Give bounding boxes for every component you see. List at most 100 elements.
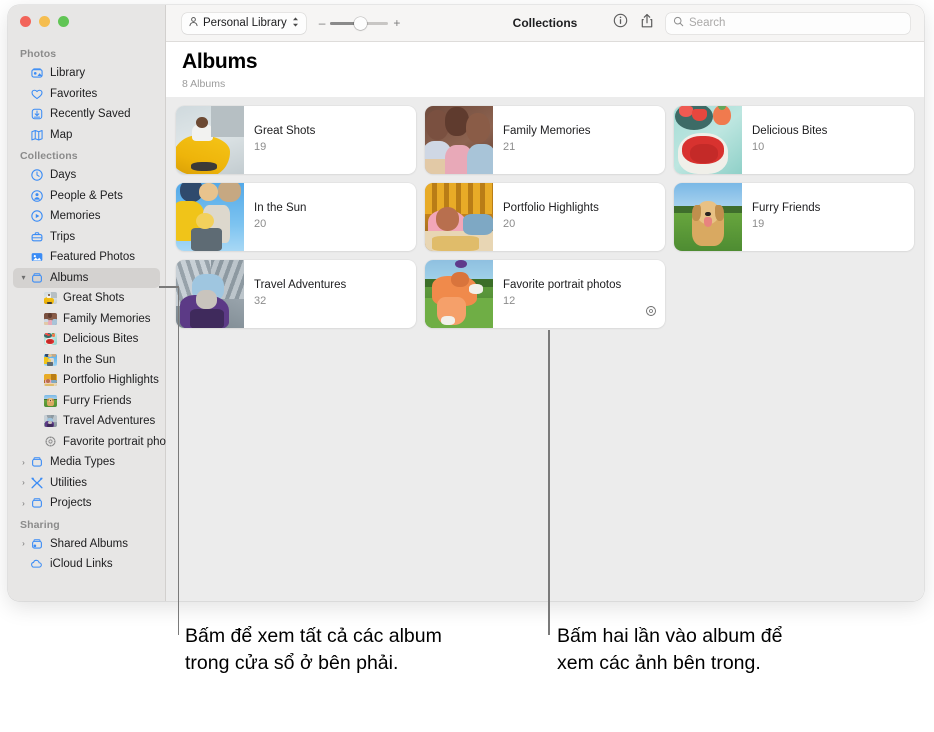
album-thumb-in-the-sun [44,353,57,366]
album-card[interactable]: Portfolio Highlights 20 [425,183,665,251]
album-thumbnail [425,260,493,328]
sidebar-item-delicious-bites[interactable]: Delicious Bites [13,329,160,350]
zoom-in-icon[interactable]: + [393,16,400,30]
album-thumbnail [425,106,493,174]
featured-photos-icon [30,250,44,264]
sidebar-item-in-the-sun[interactable]: In the Sun [13,350,160,371]
chevron-updown-icon [291,16,300,31]
sidebar-item-label: Memories [50,210,101,223]
download-icon [30,107,44,121]
album-thumb-family-memories [44,312,57,325]
search-field[interactable]: Search [666,12,910,34]
sidebar-item-label: Great Shots [63,292,125,305]
sidebar-item-trips[interactable]: Trips [13,227,160,248]
sidebar-item-utilities[interactable]: › Utilities [13,473,160,494]
zoom-button[interactable] [58,16,69,27]
disclosure-triangle-icon[interactable]: › [18,539,29,548]
album-name: Family Memories [503,125,591,137]
album-name: In the Sun [254,202,307,214]
sidebar-item-label: Favorites [50,87,98,100]
sidebar-item-label: Trips [50,230,76,243]
info-icon[interactable] [613,13,628,33]
sidebar-item-label: Days [50,169,77,182]
sidebar-item-days[interactable]: Days [13,165,160,186]
sidebar-item-library[interactable]: Library [13,63,160,84]
callout-text-2: Bấm hai lần vào album để xem các ảnh bên… [557,625,783,674]
minimize-button[interactable] [39,16,50,27]
sidebar-item-icloud-links[interactable]: iCloud Links [13,554,160,575]
sidebar-item-memories[interactable]: Memories [13,206,160,227]
sidebar-item-great-shots[interactable]: Great Shots [13,288,160,309]
smart-album-icon [44,435,57,448]
album-photo-count: 10 [752,141,765,153]
disclosure-triangle-icon[interactable]: › [18,499,29,508]
sidebar-item-label: Projects [50,497,92,510]
album-name: Great Shots [254,125,316,137]
sidebar-item-map[interactable]: Map [13,125,160,146]
shared-albums-icon [30,537,44,551]
clock-icon [30,168,44,182]
disclosure-triangle-icon[interactable]: ▾ [18,273,29,282]
search-icon [673,16,684,30]
page-header: Albums 8 Albums [166,42,924,97]
disclosure-triangle-icon[interactable]: › [18,478,29,487]
sidebar-list[interactable]: Photos Library Favorites Recently Saved Map C… [8,43,181,601]
screenshot-root: Photos Library Favorites Recently Saved Map C… [0,0,934,732]
album-photo-count: 20 [254,218,267,230]
sidebar-item-favorite-portrait-photos[interactable]: Favorite portrait photos [13,432,181,453]
sidebar-item-label: Delicious Bites [63,333,139,346]
utilities-icon [30,476,44,490]
album-photo-count: 20 [503,218,516,230]
sidebar-item-furry-friends[interactable]: Furry Friends [13,391,160,412]
sidebar-item-media-types[interactable]: › Media Types [13,452,160,473]
album-card[interactable]: Family Memories 21 [425,106,665,174]
album-card[interactable]: Delicious Bites 10 [674,106,914,174]
sidebar-item-projects[interactable]: › Projects [13,493,160,514]
sidebar-item-travel-adventures[interactable]: Travel Adventures [13,411,160,432]
sidebar: Photos Library Favorites Recently Saved Map C… [8,5,181,601]
sidebar-item-label: Family Memories [63,312,151,325]
sidebar-item-favorites[interactable]: Favorites [13,84,160,105]
callout-text-1: Bấm để xem tất cả các album trong cửa sổ… [185,625,442,674]
album-name: Delicious Bites [752,125,828,137]
zoom-out-icon[interactable]: – [319,16,326,30]
person-icon [188,16,199,30]
library-selector-button[interactable]: Personal Library [182,12,306,34]
sidebar-item-albums[interactable]: ▾ Albums [13,267,160,288]
album-thumb-furry-friends [44,394,57,407]
albums-icon [30,455,44,469]
album-card[interactable]: In the Sun 20 [176,183,416,251]
leader-line-2-vertical [548,330,550,635]
close-button[interactable] [20,16,31,27]
album-card[interactable]: Great Shots 19 [176,106,416,174]
slider-knob[interactable] [354,16,368,30]
zoom-slider[interactable] [330,16,389,30]
sidebar-item-label: Favorite portrait photos [63,435,182,448]
sidebar-section-header: Sharing [20,518,60,531]
memories-icon [30,209,44,223]
sidebar-item-shared-albums[interactable]: › Shared Albums [13,534,160,555]
sidebar-item-label: Shared Albums [50,537,128,550]
sidebar-item-family-memories[interactable]: Family Memories [13,309,160,330]
window-controls [20,16,69,27]
album-thumb-portfolio-highlights [44,374,57,387]
sidebar-item-label: In the Sun [63,353,116,366]
library-icon [30,66,44,80]
album-name: Portfolio Highlights [503,202,599,214]
album-name: Furry Friends [752,202,821,214]
zoom-slider-control[interactable]: – + [319,16,401,30]
album-card[interactable]: Travel Adventures 32 [176,260,416,328]
albums-grid: Great Shots 19 Family Memories 21 Delicious … [176,106,914,328]
map-icon [30,128,44,142]
sidebar-item-portfolio-highlights[interactable]: Portfolio Highlights [13,370,160,391]
albums-icon [30,496,44,510]
library-selector-label: Personal Library [203,17,287,29]
sidebar-item-recently-saved[interactable]: Recently Saved [13,104,160,125]
album-card[interactable]: Furry Friends 19 [674,183,914,251]
disclosure-triangle-icon[interactable]: › [18,458,29,467]
share-icon[interactable] [640,13,654,34]
sidebar-item-featured-photos[interactable]: Featured Photos [13,247,160,268]
album-thumbnail [176,106,244,174]
album-card[interactable]: Favorite portrait photos 12 [425,260,665,328]
sidebar-item-people-pets[interactable]: People & Pets [13,186,160,207]
